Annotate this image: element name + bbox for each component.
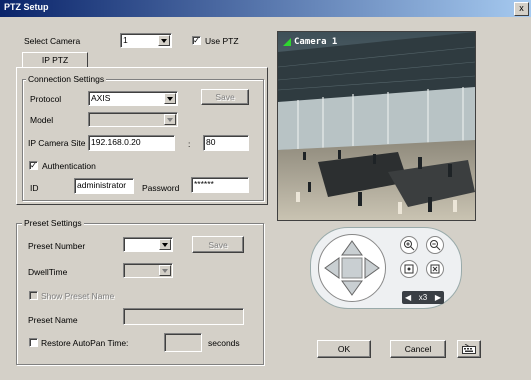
window-title: PTZ Setup xyxy=(4,2,49,12)
id-label: ID xyxy=(30,183,39,193)
id-input[interactable]: administrator xyxy=(74,178,134,194)
authentication-label: Authentication xyxy=(42,161,96,171)
pan-right-icon xyxy=(364,257,380,279)
preset-save-button[interactable]: Save xyxy=(192,236,244,253)
preset-settings-title: Preset Settings xyxy=(22,218,84,228)
keyboard-icon xyxy=(462,344,476,354)
speed-increase-icon[interactable]: ▶ xyxy=(435,293,441,302)
seconds-label: seconds xyxy=(208,338,240,348)
airport-terminal-image xyxy=(278,32,475,220)
speed-decrease-icon[interactable]: ◀ xyxy=(405,293,411,302)
chevron-down-icon[interactable] xyxy=(159,239,171,250)
select-camera-label: Select Camera xyxy=(24,36,81,46)
password-label: Password xyxy=(142,183,180,193)
preset-name-label: Preset Name xyxy=(28,315,78,325)
model-label: Model xyxy=(30,115,54,125)
camera-select[interactable]: 1 xyxy=(120,33,172,48)
autopan-seconds-input[interactable] xyxy=(164,333,202,352)
tab-ip-ptz[interactable]: IP PTZ xyxy=(22,52,88,68)
dwell-time-select[interactable] xyxy=(123,263,173,278)
connection-settings-title: Connection Settings xyxy=(26,74,107,84)
password-input[interactable]: ****** xyxy=(191,177,249,193)
chevron-down-icon[interactable] xyxy=(164,114,176,125)
authentication-checkbox[interactable]: ✓ xyxy=(29,161,38,170)
pan-up-icon xyxy=(341,240,363,256)
cancel-button[interactable]: Cancel xyxy=(390,340,446,358)
connection-save-button[interactable]: Save xyxy=(201,89,249,105)
ok-button[interactable]: OK xyxy=(317,340,371,358)
zoom-out-icon[interactable] xyxy=(426,236,444,254)
preset-name-input[interactable] xyxy=(123,308,244,325)
show-preset-name-label: Show Preset Name xyxy=(41,291,115,301)
camera-overlay-label: Camera 1 xyxy=(294,37,338,47)
keyboard-button[interactable] xyxy=(457,340,481,358)
use-ptz-label: Use PTZ xyxy=(205,36,239,46)
tab-ip-ptz-label: IP PTZ xyxy=(41,55,69,65)
speed-control[interactable]: ◀ x3 ▶ xyxy=(402,291,444,304)
ip-camera-site-label: IP Camera Site xyxy=(28,138,86,148)
restore-autopan-label: Restore AutoPan Time: xyxy=(41,338,129,348)
chevron-down-icon[interactable] xyxy=(164,93,176,104)
direction-arrows xyxy=(324,240,380,296)
close-icon[interactable]: x xyxy=(514,2,529,16)
port-separator: : xyxy=(188,139,191,149)
camera-select-value: 1 xyxy=(123,35,128,45)
chevron-down-icon[interactable] xyxy=(159,265,171,276)
use-ptz-checkbox[interactable]: ✓ xyxy=(192,36,201,45)
focus-far-icon[interactable] xyxy=(426,260,444,278)
preset-number-label: Preset Number xyxy=(28,241,86,251)
restore-autopan-checkbox[interactable] xyxy=(29,338,38,347)
camera-preview: Camera 1 xyxy=(277,31,476,221)
ip-camera-site-input[interactable]: 192.168.0.20 xyxy=(88,135,175,151)
protocol-select[interactable]: AXIS xyxy=(88,91,178,106)
camera-status-icon xyxy=(283,38,291,46)
port-input[interactable]: 80 xyxy=(203,135,249,151)
show-preset-name-checkbox[interactable] xyxy=(29,291,38,300)
preset-number-select[interactable] xyxy=(123,237,173,252)
speed-value: x3 xyxy=(418,293,428,302)
title-bar: PTZ Setup x xyxy=(0,0,531,17)
direction-pad xyxy=(318,234,386,302)
pan-down-icon xyxy=(341,280,363,296)
protocol-value: AXIS xyxy=(91,93,111,103)
dwell-time-label: DwellTime xyxy=(28,267,68,277)
focus-near-icon[interactable] xyxy=(400,260,418,278)
pan-left-icon xyxy=(324,257,340,279)
model-select[interactable] xyxy=(88,112,178,127)
zoom-in-icon[interactable] xyxy=(400,236,418,254)
protocol-label: Protocol xyxy=(30,94,62,104)
chevron-down-icon[interactable] xyxy=(158,35,170,46)
